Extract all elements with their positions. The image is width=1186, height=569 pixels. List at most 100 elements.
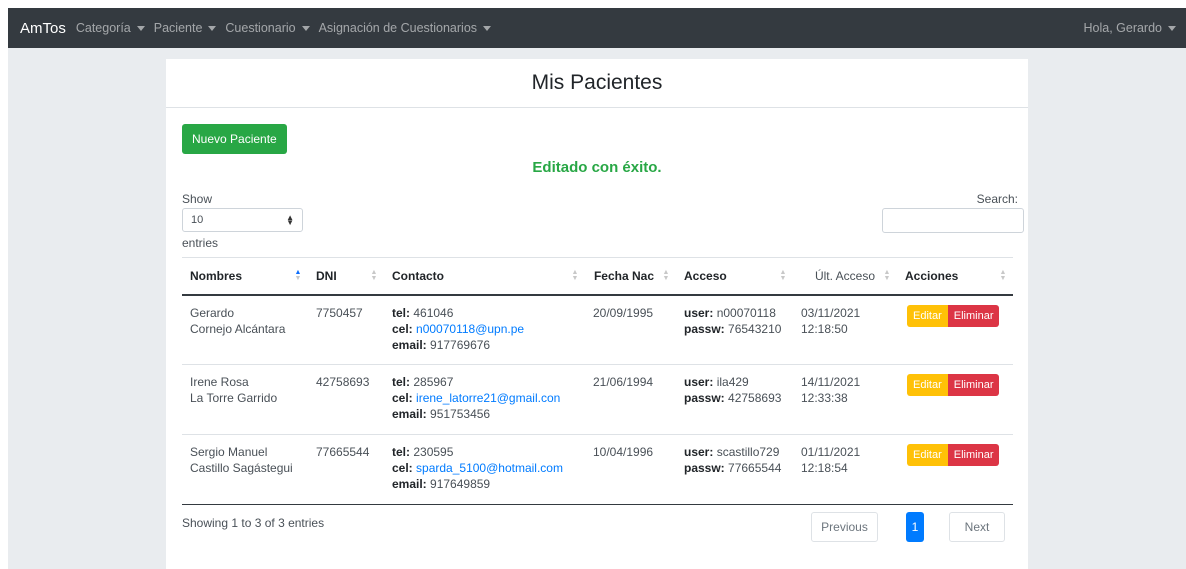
pagination-previous[interactable]: Previous [811, 512, 878, 542]
cell-acciones: Editar Eliminar [897, 434, 1013, 505]
cell-acceso: user: n00070118 passw: 76543210 [676, 294, 793, 365]
nav-cuestionario[interactable]: Cuestionario [225, 21, 310, 35]
search-input[interactable] [882, 208, 1024, 233]
th-nombres[interactable]: Nombres ▲ ▼ [182, 257, 308, 296]
cell-nombres: Irene Rosa La Torre Garrido [182, 364, 308, 435]
card-header: Mis Pacientes [166, 59, 1028, 108]
name-first: Irene Rosa [190, 375, 249, 389]
email-label: email: [392, 337, 427, 352]
success-message: Editado con éxito. [532, 159, 662, 176]
cell-acciones: Editar Eliminar [897, 294, 1013, 365]
show-label: Show [182, 192, 213, 206]
user-label: user: [684, 305, 714, 320]
th-dni-label: DNI [316, 268, 337, 283]
email-value: 917649859 [430, 477, 491, 491]
cell-dni: 77665544 [308, 434, 384, 505]
cell-fecha: 21/06/1994 [585, 364, 676, 435]
cel-link[interactable]: n00070118@upn.pe [416, 322, 524, 336]
cell-nombres: Gerardo Cornejo Alcántara [182, 294, 308, 365]
th-acciones-label: Acciones [905, 268, 959, 283]
delete-button[interactable]: Eliminar [947, 304, 1000, 327]
th-ult-label: Últ. Acceso [814, 268, 875, 283]
new-patient-button[interactable]: Nuevo Paciente [182, 124, 287, 154]
edit-button[interactable]: Editar [907, 444, 948, 466]
chevron-down-icon [301, 25, 310, 31]
entries-length-select[interactable]: 10 ▲ ▼ [182, 208, 303, 232]
brand-link[interactable]: AmTos [20, 20, 66, 37]
nav-categoria[interactable]: Categoría [76, 21, 145, 35]
tel-value: 230595 [413, 445, 454, 459]
ult-time: 12:18:50 [801, 321, 848, 336]
cel-label: cel: [392, 461, 413, 475]
name-first: Sergio Manuel [190, 445, 268, 459]
passw-label: passw: [684, 461, 725, 475]
th-ult-acceso[interactable]: Últ. Acceso ▲ ▼ [793, 257, 897, 296]
page-title: Mis Pacientes [531, 71, 663, 94]
entries-length-value: 10 [191, 214, 204, 226]
th-acceso[interactable]: Acceso ▲ ▼ [676, 257, 793, 296]
sort-icon: ▲ ▼ [883, 269, 891, 282]
nav-paciente-label: Paciente [153, 21, 203, 35]
pagination-page-1[interactable]: 1 [906, 512, 924, 542]
sort-icon: ▲ ▼ [662, 269, 670, 282]
edit-button[interactable]: Editar [907, 304, 948, 327]
cell-contacto: tel: 285967 cel: irene_latorre21@gmail.co… [384, 364, 585, 435]
cel-label: cel: [392, 391, 413, 405]
ult-time: 12:33:38 [801, 391, 848, 405]
pagination-next[interactable]: Next [949, 512, 1005, 542]
cel-label: cel: [392, 321, 413, 336]
email-value: 951753456 [430, 407, 491, 421]
chevron-down-icon [1168, 25, 1176, 31]
cel-link[interactable]: sparda_5100@hotmail.com [416, 461, 563, 475]
sort-icon: ▲ ▼ [999, 269, 1007, 282]
cell-ult-acceso: 01/11/2021 12:18:54 [793, 434, 897, 505]
table-row: Gerardo Cornejo Alcántara 7750457 tel: 46… [182, 294, 1013, 365]
sort-icon: ▲ ▼ [571, 269, 579, 282]
tel-label: tel: [392, 375, 410, 389]
ult-date: 14/11/2021 [801, 375, 861, 389]
passw-value: 76543210 [728, 321, 782, 336]
cell-dni: 7750457 [308, 294, 384, 365]
cell-ult-acceso: 14/11/2021 12:33:38 [793, 364, 897, 435]
ult-date: 03/11/2021 [801, 305, 861, 320]
name-last: Castillo Sagástegui [190, 461, 293, 475]
passw-label: passw: [684, 321, 725, 336]
tel-label: tel: [392, 305, 410, 320]
cel-link[interactable]: irene_latorre21@gmail.con [416, 391, 560, 405]
th-fecha-nac[interactable]: Fecha Nac ▲ ▼ [585, 257, 676, 296]
cell-contacto: tel: 230595 cel: sparda_5100@hotmail.com e… [384, 434, 585, 505]
chevron-down-icon [136, 25, 145, 31]
nav-asignacion[interactable]: Asignación de Cuestionarios [318, 21, 492, 35]
th-fecha-label: Fecha Nac [593, 268, 654, 283]
name-first: Gerardo [190, 305, 235, 320]
tel-value: 461046 [413, 305, 454, 320]
table-header-row: Nombres ▲ ▼ DNI ▲ ▼ Contacto ▲ ▼ Fecha Nac ▲ ▼ A… [182, 257, 1013, 296]
cell-fecha: 10/04/1996 [585, 434, 676, 505]
edit-button[interactable]: Editar [907, 374, 948, 396]
cell-ult-acceso: 03/11/2021 12:18:50 [793, 294, 897, 365]
chevron-down-icon [208, 25, 217, 31]
cell-acceso: user: scastillo729 passw: 77665544 [676, 434, 793, 505]
app-viewport: AmTos Categoría Paciente Cuestionario As… [8, 8, 1186, 569]
nav-asignacion-label: Asignación de Cuestionarios [318, 21, 478, 35]
table-row: Sergio Manuel Castillo Sagástegui 7766554… [182, 434, 1013, 505]
nav-paciente[interactable]: Paciente [154, 21, 217, 35]
delete-button[interactable]: Eliminar [947, 374, 1000, 396]
entries-label: entries [182, 236, 219, 250]
search-label: Search: [976, 192, 1018, 206]
delete-button[interactable]: Eliminar [947, 444, 1000, 466]
ult-time: 12:18:54 [801, 461, 848, 475]
th-acciones[interactable]: Acciones ▲ ▼ [897, 257, 1013, 296]
th-dni[interactable]: DNI ▲ ▼ [308, 257, 384, 296]
chevron-down-icon [483, 25, 492, 31]
user-value: ila429 [716, 375, 749, 389]
cell-contacto: tel: 461046 cel: n00070118@upn.pe email: 9… [384, 294, 585, 365]
cell-acceso: user: ila429 passw: 42758693 [676, 364, 793, 435]
user-menu[interactable]: Hola, Gerardo [1083, 8, 1176, 48]
ult-date: 01/11/2021 [801, 445, 861, 459]
nav-cuestionario-label: Cuestionario [225, 21, 296, 35]
th-contacto[interactable]: Contacto ▲ ▼ [384, 257, 585, 296]
passw-value: 77665544 [728, 461, 782, 475]
cell-dni: 42758693 [308, 364, 384, 435]
user-greeting: Hola, Gerardo [1083, 21, 1162, 35]
